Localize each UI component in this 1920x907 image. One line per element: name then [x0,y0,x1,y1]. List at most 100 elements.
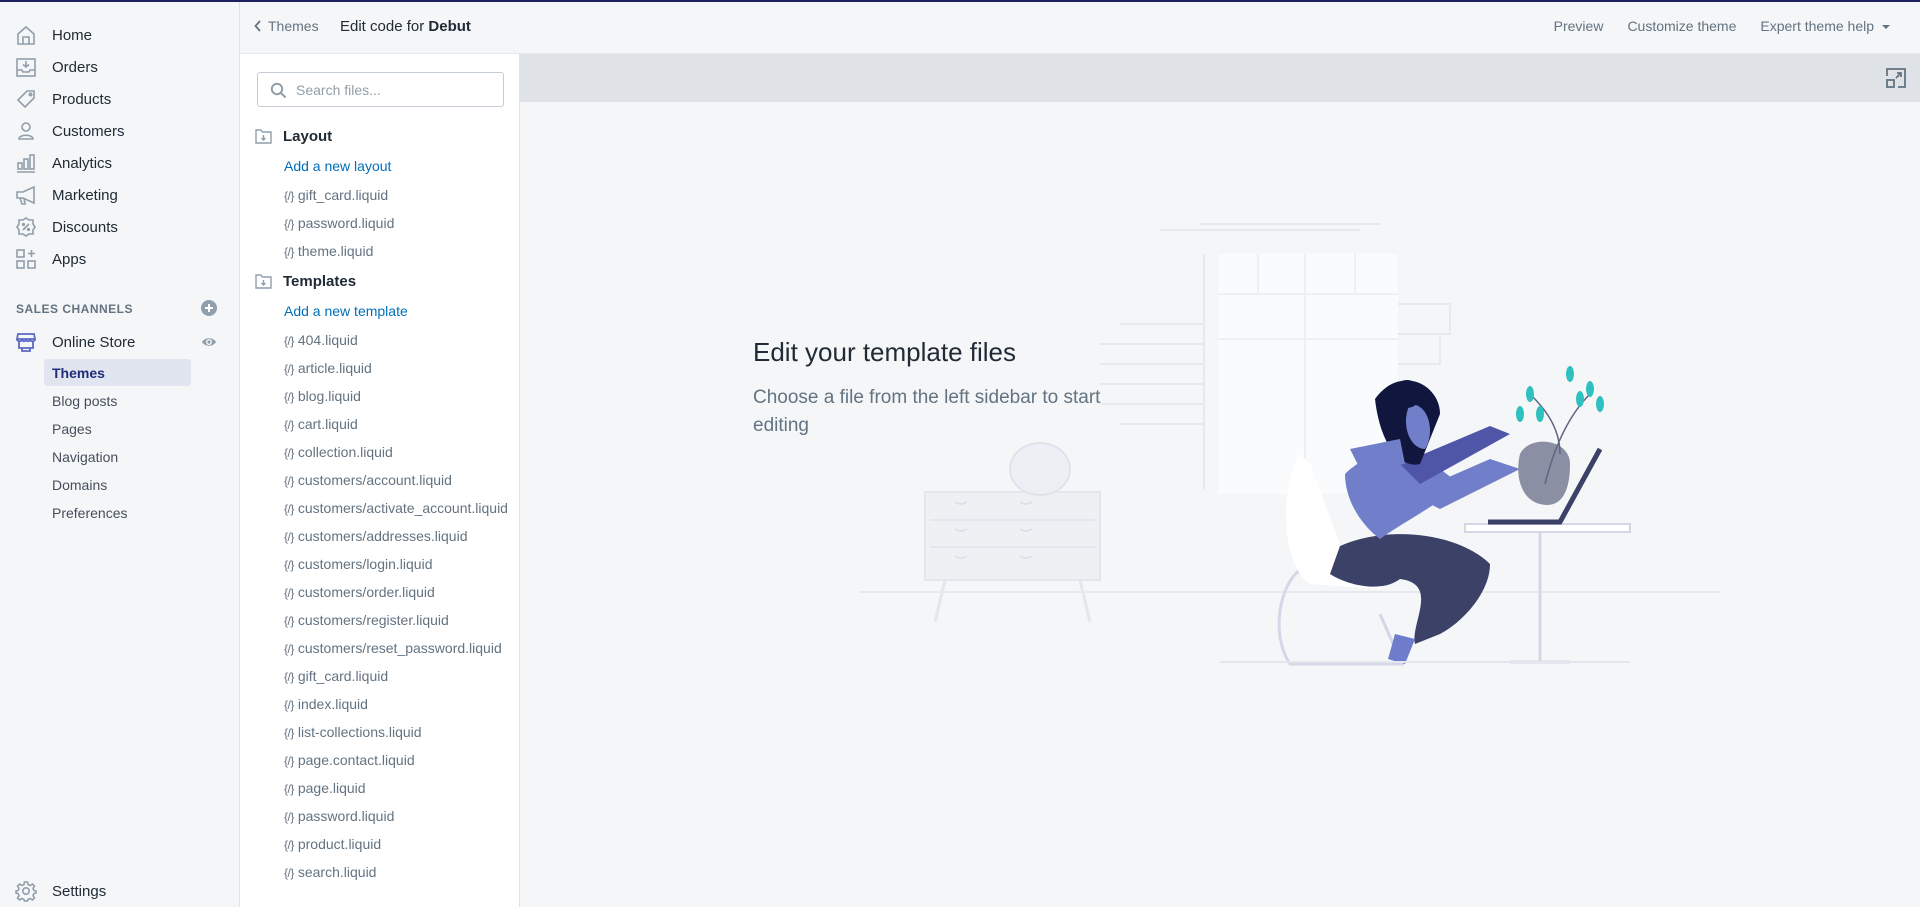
file-item[interactable]: {/} index.liquid [284,696,368,712]
folder-icon [255,274,272,289]
file-sidebar: LayoutAdd a new layout{/}gift_card.liqui… [240,54,520,907]
back-to-themes-link[interactable]: Themes [254,18,319,34]
file-name: customers/activate_account.liquid [297,500,508,516]
nav-label: Apps [52,250,87,268]
liquid-file-icon: {/} [284,782,294,796]
view-store-eye-icon[interactable] [201,334,217,350]
liquid-file-icon: {/} [284,726,294,740]
nav-item-marketing[interactable]: Marketing [0,179,240,211]
nav-label: Orders [52,58,98,76]
top-actions: Preview Customize theme Expert theme hel… [1554,18,1890,34]
file-name: password.liquid [297,215,395,231]
section-header-layout[interactable]: Layout [255,128,332,145]
file-name: blog.liquid [297,388,361,404]
file-item[interactable]: {/} list-collections.liquid [284,724,422,740]
file-item[interactable]: {/} product.liquid [284,836,381,852]
add-sales-channel-icon[interactable] [201,300,217,316]
section-header-templates[interactable]: Templates [255,273,356,290]
nav-item-analytics[interactable]: Analytics [0,147,240,179]
file-name: customers/addresses.liquid [297,528,468,544]
file-item[interactable]: {/} blog.liquid [284,388,361,404]
nav-label: Online Store [52,333,136,351]
liquid-file-icon: {/} [284,474,294,488]
top-bar: Themes Edit code for Debut Preview Custo… [240,2,1920,54]
file-item[interactable]: {/} customers/register.liquid [284,612,449,628]
search-icon [270,82,287,99]
tag-icon [15,88,37,110]
person-icon [15,120,37,142]
sales-channels-header: SALES CHANNELS [16,302,134,316]
search-files-field[interactable] [257,72,504,107]
discount-icon [15,216,37,238]
editor-toolbar [520,54,1920,102]
liquid-file-icon: {/} [284,558,294,572]
file-item[interactable]: {/} page.contact.liquid [284,752,415,768]
file-item[interactable]: {/} gift_card.liquid [284,187,388,203]
file-item[interactable]: {/} 404.liquid [284,332,358,348]
expand-fullscreen-icon[interactable] [1886,68,1906,88]
nav-item-settings[interactable]: Settings [0,875,240,907]
nav-item-products[interactable]: Products [0,83,240,115]
nav-item-orders[interactable]: Orders [0,51,240,83]
preview-button[interactable]: Preview [1554,18,1604,34]
file-item[interactable]: {/} theme.liquid [284,243,373,259]
nav-item-home[interactable]: Home [0,19,240,51]
sub-item-domains[interactable]: Domains [44,471,191,498]
nav-label: Products [52,90,112,108]
file-item[interactable]: {/} page.liquid [284,780,366,796]
nav-item-apps[interactable]: Apps [0,243,240,275]
expert-theme-help-dropdown[interactable]: Expert theme help [1760,18,1890,34]
file-name: cart.liquid [297,416,358,432]
customize-theme-button[interactable]: Customize theme [1627,18,1736,34]
add-new-layout-link[interactable]: Add a new layout [284,158,391,174]
liquid-file-icon: {/} [284,810,294,824]
liquid-file-icon: {/} [284,670,294,684]
section-title: Layout [283,128,333,145]
file-name: page.contact.liquid [297,752,415,768]
caret-down-icon [1882,25,1890,30]
file-name: customers/login.liquid [297,556,433,572]
nav-item-customers[interactable]: Customers [0,115,240,147]
file-name: theme.liquid [297,243,374,259]
sub-item-blog-posts[interactable]: Blog posts [44,387,191,414]
sub-item-themes[interactable]: Themes [44,359,191,386]
file-item[interactable]: {/} password.liquid [284,215,394,231]
add-new-template-link[interactable]: Add a new template [284,303,408,319]
file-item[interactable]: {/} customers/addresses.liquid [284,528,468,544]
nav-label: Analytics [52,154,113,172]
megaphone-icon [15,184,37,206]
bar-chart-icon [15,152,37,174]
file-name: password.liquid [297,808,395,824]
file-item[interactable]: {/} article.liquid [284,360,372,376]
liquid-file-icon: {/} [284,362,294,376]
search-files-input[interactable] [258,73,503,106]
file-item[interactable]: {/} collection.liquid [284,444,393,460]
file-item[interactable]: {/} search.liquid [284,864,376,880]
file-name: product.liquid [297,836,382,852]
file-item[interactable]: {/} password.liquid [284,808,394,824]
empty-state-title: Edit your template files [753,337,1017,367]
file-item[interactable]: {/} customers/order.liquid [284,584,435,600]
sub-item-preferences[interactable]: Preferences [44,499,191,526]
file-name: gift_card.liquid [297,668,389,684]
page-title: Edit code for Debut [340,18,471,35]
liquid-file-icon: {/} [284,390,294,404]
liquid-file-icon: {/} [284,446,294,460]
file-item[interactable]: {/} customers/login.liquid [284,556,432,572]
file-item[interactable]: {/} customers/account.liquid [284,472,452,488]
folder-icon [255,129,272,144]
nav-label: Discounts [52,218,118,236]
nav-label: Marketing [52,186,118,204]
file-name: customers/reset_password.liquid [297,640,502,656]
sub-item-navigation[interactable]: Navigation [44,443,191,470]
file-item[interactable]: {/} gift_card.liquid [284,668,388,684]
file-item[interactable]: {/} cart.liquid [284,416,358,432]
nav-item-discounts[interactable]: Discounts [0,211,240,243]
sub-item-pages[interactable]: Pages [44,415,191,442]
home-icon [15,24,37,46]
file-name: gift_card.liquid [297,187,389,203]
store-icon [15,331,37,353]
file-item[interactable]: {/} customers/reset_password.liquid [284,640,502,656]
file-name: page.liquid [297,780,366,796]
file-item[interactable]: {/} customers/activate_account.liquid [284,500,508,516]
